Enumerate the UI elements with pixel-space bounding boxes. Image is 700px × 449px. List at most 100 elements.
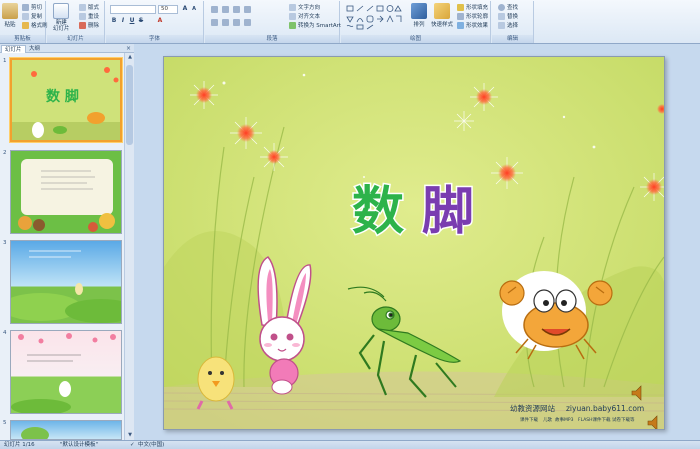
slides-panel: 幻灯片 大纲 × 1 数 脚 2 3 4 5 ▲ ▼ bbox=[0, 44, 134, 440]
clipboard-group: 粘贴 剪切 复制 格式刷 剪贴板 bbox=[0, 1, 48, 43]
shape-effects-button[interactable]: 形状效果 bbox=[457, 21, 488, 29]
increase-indent-icon[interactable] bbox=[244, 6, 251, 13]
cut-button[interactable]: 剪切 bbox=[22, 3, 42, 11]
footer-link: 儿歌 bbox=[543, 416, 552, 423]
slide-number: 3 bbox=[3, 240, 7, 246]
slides-group-label: 幻灯片 bbox=[47, 35, 104, 43]
shape-outline-button[interactable]: 形状轮廓 bbox=[457, 12, 488, 20]
slide-thumbnail-1[interactable]: 数 脚 bbox=[10, 58, 122, 142]
arrange-label: 排列 bbox=[413, 22, 425, 28]
text-direction-label: 文字方向 bbox=[298, 5, 321, 11]
scissors-icon bbox=[22, 3, 29, 11]
bullets-icon[interactable] bbox=[211, 6, 218, 13]
bold-button[interactable]: B bbox=[110, 17, 118, 25]
select-arrow-icon bbox=[498, 21, 505, 29]
delete-label: 删除 bbox=[88, 23, 100, 29]
fill-bucket-icon bbox=[457, 3, 464, 11]
find-label: 查找 bbox=[507, 5, 519, 11]
tab-outline[interactable]: 大纲 bbox=[26, 45, 43, 53]
powerpoint-window: 粘贴 剪切 复制 格式刷 剪贴板 新建 幻灯片 版式 重设 删除 幻灯片 50 … bbox=[0, 0, 700, 449]
align-text-button[interactable]: 对齐文本 bbox=[289, 12, 320, 20]
thumb-3-art bbox=[11, 250, 121, 323]
format-painter-label: 格式刷 bbox=[31, 23, 48, 29]
scroll-down-icon[interactable]: ▼ bbox=[125, 431, 135, 440]
decrease-indent-icon[interactable] bbox=[233, 6, 240, 13]
align-center-icon[interactable] bbox=[222, 19, 229, 26]
paragraph-group: 文字方向 对齐文本 转换为 SmartArt 段落 bbox=[205, 1, 341, 43]
slide-number: 1 bbox=[3, 58, 7, 64]
thumb-2-art bbox=[18, 159, 115, 232]
shape-fill-button[interactable]: 形状填充 bbox=[457, 3, 488, 11]
current-slide[interactable]: 数 脚 幼教资源网站 ziyuan.baby611.com 课件下载 儿歌 故事… bbox=[163, 56, 665, 430]
paragraph-group-label: 段落 bbox=[205, 35, 339, 43]
italic-button[interactable]: I bbox=[119, 17, 127, 25]
delete-button[interactable]: 删除 bbox=[79, 21, 99, 29]
replace-button[interactable]: 替换 bbox=[498, 12, 518, 20]
slide-canvas: 数 脚 幼教资源网站 ziyuan.baby611.com 课件下载 儿歌 故事… bbox=[164, 57, 664, 429]
tab-slides[interactable]: 幻灯片 bbox=[1, 45, 26, 53]
slide-thumbnail-3[interactable] bbox=[10, 240, 122, 324]
slide-thumbnail-2[interactable] bbox=[10, 150, 122, 234]
site-url: ziyuan.baby611.com bbox=[566, 404, 644, 413]
slide-thumbnail-5[interactable] bbox=[10, 420, 122, 440]
arrange-button[interactable]: 排列 bbox=[411, 3, 427, 28]
slide-thumbnail-4[interactable] bbox=[10, 330, 122, 414]
scrollbar-thumb[interactable] bbox=[126, 65, 133, 145]
new-slide-button[interactable]: 新建 幻灯片 bbox=[53, 3, 70, 32]
quick-styles-label: 快速样式 bbox=[431, 22, 454, 28]
outline-pen-icon bbox=[457, 12, 464, 20]
footer-link: FLASH课件下载 bbox=[578, 416, 611, 423]
clipboard-group-label: 剪贴板 bbox=[0, 35, 45, 43]
reset-icon bbox=[79, 12, 86, 20]
shape-outline-label: 形状轮廓 bbox=[466, 14, 489, 20]
delete-icon bbox=[79, 21, 86, 29]
numbering-icon[interactable] bbox=[222, 6, 229, 13]
footer-link: 课件下载 bbox=[520, 416, 538, 423]
replace-label: 替换 bbox=[507, 14, 519, 20]
font-group: 50 A A B I U S A 字体 bbox=[106, 1, 204, 43]
paste-button[interactable]: 粘贴 bbox=[2, 3, 18, 28]
paste-icon bbox=[2, 3, 18, 19]
reset-label: 重设 bbox=[88, 14, 100, 20]
slide-number: 2 bbox=[3, 150, 7, 156]
smartart-button[interactable]: 转换为 SmartArt bbox=[289, 21, 341, 29]
site-name: 幼教资源网站 bbox=[510, 403, 555, 413]
align-right-icon[interactable] bbox=[233, 19, 240, 26]
shrink-font-button[interactable]: A bbox=[190, 5, 198, 13]
justify-icon[interactable] bbox=[244, 19, 251, 26]
copy-button[interactable]: 复制 bbox=[22, 12, 42, 20]
shapes-gallery[interactable] bbox=[345, 4, 403, 30]
layout-button[interactable]: 版式 bbox=[79, 3, 99, 11]
arrange-icon bbox=[411, 3, 427, 19]
font-size-combo[interactable]: 50 bbox=[158, 5, 178, 14]
font-name-combo[interactable] bbox=[110, 5, 156, 14]
text-direction-icon bbox=[289, 3, 296, 11]
reset-button[interactable]: 重设 bbox=[79, 12, 99, 20]
status-language[interactable]: 中文(中国) bbox=[138, 441, 164, 449]
align-text-icon bbox=[289, 12, 296, 20]
copy-icon bbox=[22, 12, 29, 20]
copy-label: 复制 bbox=[31, 14, 43, 20]
brush-icon bbox=[22, 21, 29, 29]
title-char-2: 脚 bbox=[422, 182, 474, 242]
align-text-label: 对齐文本 bbox=[298, 14, 321, 20]
footer-link: 试卷下载等 bbox=[612, 416, 635, 423]
strikethrough-button[interactable]: S bbox=[137, 17, 145, 25]
select-label: 选择 bbox=[507, 23, 519, 29]
align-left-icon[interactable] bbox=[211, 19, 218, 26]
text-direction-button[interactable]: 文字方向 bbox=[289, 3, 320, 11]
quick-styles-button[interactable]: 快速样式 bbox=[431, 3, 453, 28]
panel-scrollbar[interactable]: ▲ ▼ bbox=[124, 53, 134, 440]
editing-group: 查找 替换 选择 编辑 bbox=[492, 1, 534, 43]
paste-label: 粘贴 bbox=[4, 22, 16, 28]
font-color-button[interactable]: A bbox=[156, 17, 164, 25]
grow-font-button[interactable]: A bbox=[181, 5, 189, 13]
scroll-up-icon[interactable]: ▲ bbox=[125, 53, 135, 62]
close-panel-button[interactable]: × bbox=[126, 45, 131, 53]
underline-button[interactable]: U bbox=[128, 17, 136, 25]
select-button[interactable]: 选择 bbox=[498, 21, 518, 29]
shape-fill-label: 形状填充 bbox=[466, 5, 489, 11]
ribbon: 粘贴 剪切 复制 格式刷 剪贴板 新建 幻灯片 版式 重设 删除 幻灯片 50 … bbox=[0, 0, 700, 44]
format-painter-button[interactable]: 格式刷 bbox=[22, 21, 48, 29]
find-button[interactable]: 查找 bbox=[498, 3, 518, 11]
